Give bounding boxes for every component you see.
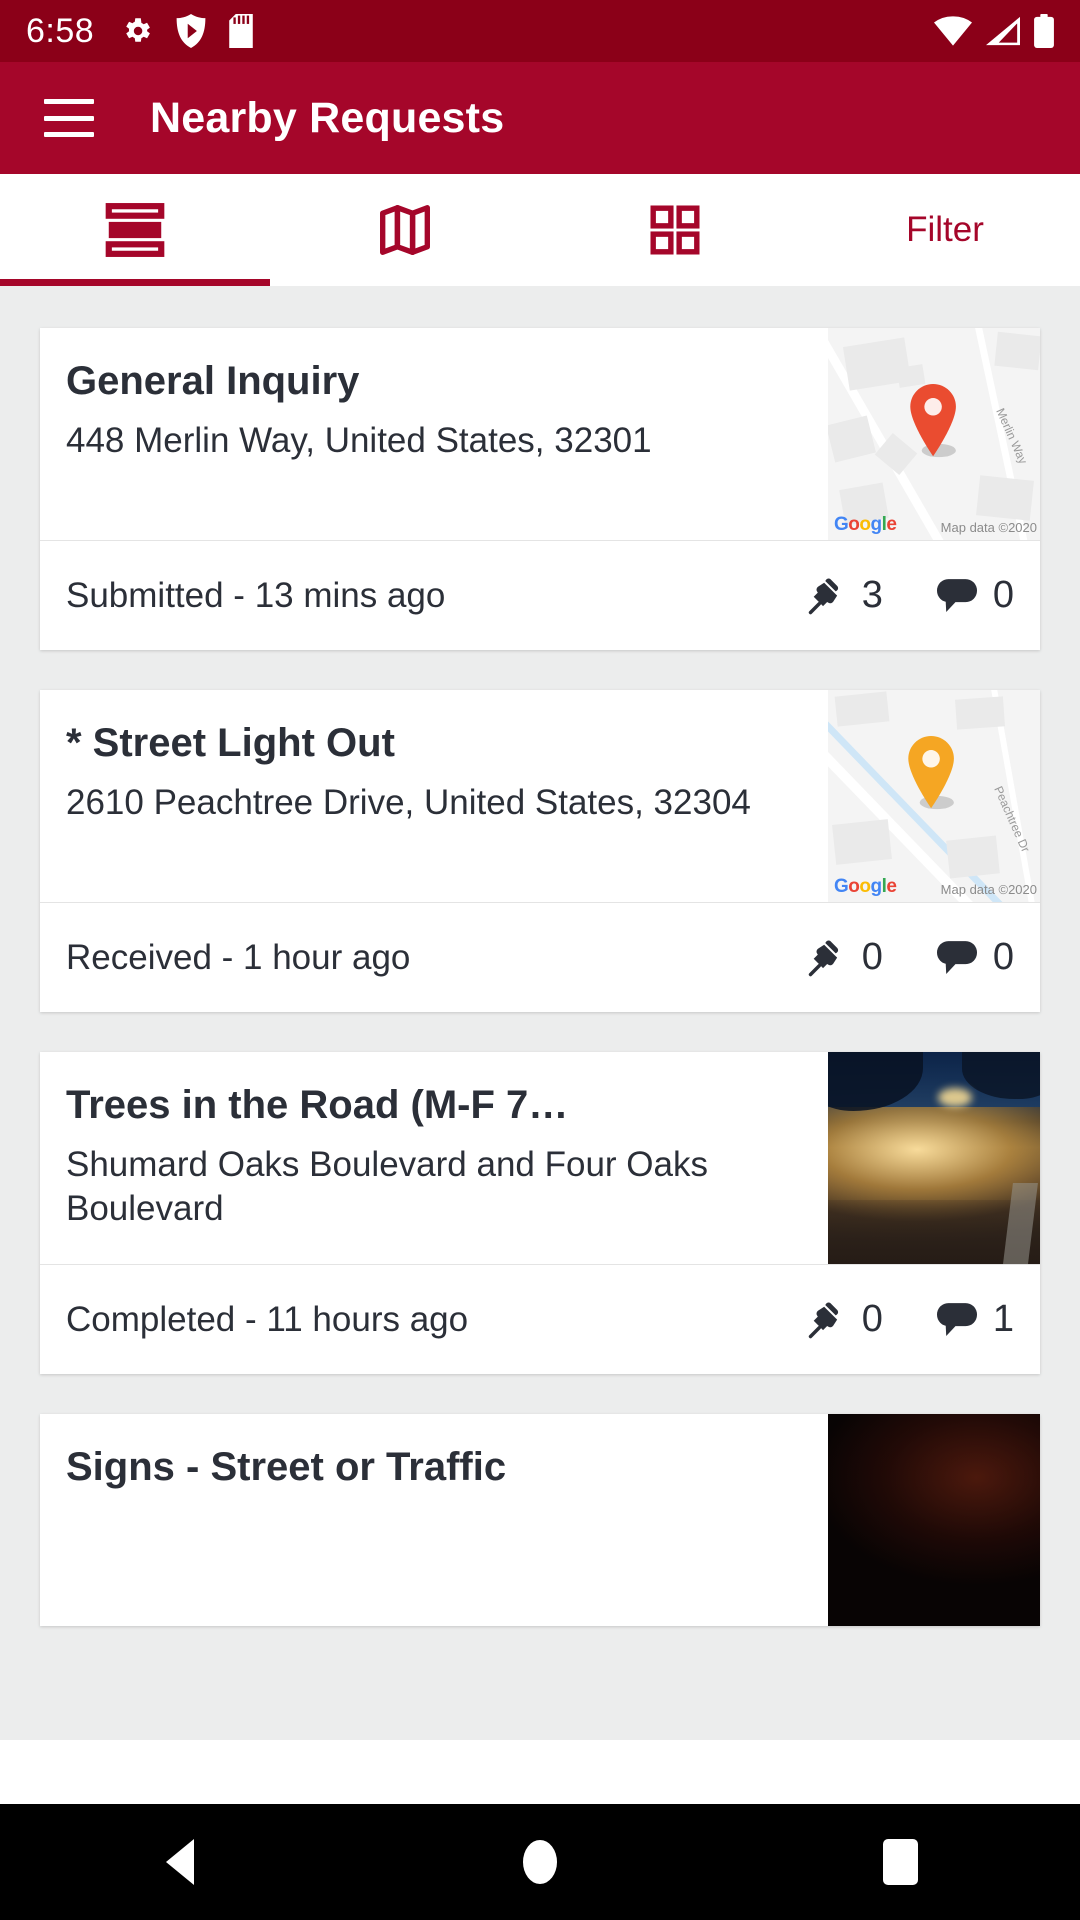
map-view-icon [376, 201, 434, 259]
hamburger-menu-icon[interactable] [44, 99, 94, 137]
page-title: Nearby Requests [150, 93, 505, 142]
battery-icon [1034, 14, 1054, 48]
view-tab-bar: Filter [0, 174, 1080, 286]
home-nav-button[interactable] [360, 1840, 720, 1884]
comment-count: 0 [992, 574, 1014, 616]
status-bar-clock: 6:58 [26, 11, 95, 50]
hamburger-line [44, 99, 94, 104]
request-text-block: * Street Light Out 2610 Peachtree Drive,… [40, 690, 828, 902]
sd-card-icon [228, 14, 254, 48]
request-photo [828, 1052, 1040, 1264]
request-address: 448 Merlin Way, United States, 32301 [66, 421, 652, 461]
shield-icon [176, 14, 206, 48]
pushpin-icon [808, 1300, 846, 1340]
request-text-block: Trees in the Road (M-F 7… Shumard Oaks B… [40, 1052, 828, 1264]
request-text-block: Signs - Street or Traffic [40, 1414, 828, 1626]
comment-bubble-icon [936, 578, 977, 614]
google-watermark: Google [834, 876, 897, 897]
tab-filter[interactable]: Filter [810, 174, 1080, 286]
request-status: Submitted - 13 mins ago [66, 575, 446, 615]
tab-grid-view[interactable] [540, 174, 810, 286]
comment-count: 0 [992, 936, 1014, 978]
list-item[interactable]: General Inquiry 448 Merlin Way, United S… [40, 328, 1040, 650]
recents-nav-button[interactable] [720, 1839, 1080, 1885]
cellular-signal-icon [986, 16, 1020, 46]
request-text-block: General Inquiry 448 Merlin Way, United S… [40, 328, 828, 540]
pin-metric[interactable]: 0 [808, 936, 883, 979]
status-bar: 6:58 [0, 0, 1080, 62]
map-attribution: Map data ©2020 [940, 520, 1037, 535]
recents-square-icon [882, 1839, 918, 1885]
pin-metric[interactable]: 3 [808, 574, 883, 617]
list-item[interactable]: Trees in the Road (M-F 7… Shumard Oaks B… [40, 1052, 1040, 1374]
active-tab-indicator [0, 279, 270, 286]
map-building [955, 696, 1005, 730]
status-bar-left-icons [120, 14, 254, 48]
request-title: General Inquiry [66, 359, 360, 403]
pushpin-icon [808, 576, 846, 616]
app-bar: Nearby Requests [0, 62, 1080, 174]
back-triangle-icon [166, 1839, 194, 1885]
pin-count: 3 [861, 574, 883, 616]
map-building [834, 691, 890, 727]
map-pin-icon [904, 736, 962, 817]
pin-count: 0 [861, 1298, 883, 1340]
pin-metric[interactable]: 0 [808, 1298, 883, 1341]
hamburger-line [44, 132, 94, 137]
list-view-icon [104, 199, 166, 261]
tab-list-view[interactable] [0, 174, 270, 286]
request-title: Signs - Street or Traffic [66, 1445, 507, 1489]
request-summary: Signs - Street or Traffic [40, 1414, 1040, 1626]
request-title: * Street Light Out [66, 721, 395, 765]
map-building [994, 331, 1040, 371]
comment-metric[interactable]: 0 [936, 574, 1014, 617]
comment-bubble-icon [936, 1302, 977, 1338]
google-watermark: Google [834, 514, 897, 535]
android-navigation-bar [0, 1804, 1080, 1920]
request-status: Completed - 11 hours ago [66, 1299, 469, 1339]
tab-map-view[interactable] [270, 174, 540, 286]
request-summary: Trees in the Road (M-F 7… Shumard Oaks B… [40, 1052, 1040, 1264]
list-item[interactable]: * Street Light Out 2610 Peachtree Drive,… [40, 690, 1040, 1012]
request-title: Trees in the Road (M-F 7… [66, 1083, 569, 1127]
map-building [832, 819, 892, 865]
request-address: Shumard Oaks Boulevard and Four Oaks Bou… [66, 1145, 708, 1229]
phone-screen: 6:58 Nearby Requests Filter General Inqu… [0, 0, 1080, 1920]
request-list[interactable]: General Inquiry 448 Merlin Way, United S… [0, 286, 1080, 1740]
comment-bubble-icon [936, 940, 977, 976]
request-summary: General Inquiry 448 Merlin Way, United S… [40, 328, 1040, 540]
hamburger-line [44, 115, 94, 121]
map-pin-icon [906, 384, 964, 465]
map-thumbnail[interactable]: Merlin Way Google Map data ©2020 [828, 328, 1040, 540]
photo-thumbnail[interactable] [828, 1414, 1040, 1626]
request-footer: Received - 1 hour ago 0 0 [40, 902, 1040, 1012]
comment-metric[interactable]: 1 [936, 1298, 1014, 1341]
wifi-icon [934, 16, 972, 46]
map-thumbnail[interactable]: Peachtree Dr Google Map data ©2020 [828, 690, 1040, 902]
request-footer: Submitted - 13 mins ago 3 0 [40, 540, 1040, 650]
request-address: 2610 Peachtree Drive, United States, 323… [66, 783, 751, 823]
tab-filter-label: Filter [906, 210, 984, 249]
grid-view-icon [648, 203, 702, 257]
request-footer: Completed - 11 hours ago 0 1 [40, 1264, 1040, 1374]
list-item[interactable]: Signs - Street or Traffic [40, 1414, 1040, 1626]
map-building [828, 415, 876, 463]
settings-gear-icon [120, 14, 154, 48]
status-bar-right-icons [934, 14, 1054, 48]
photo-thumbnail[interactable] [828, 1052, 1040, 1264]
pin-count: 0 [861, 936, 883, 978]
request-photo [828, 1414, 1040, 1626]
map-attribution: Map data ©2020 [940, 882, 1037, 897]
comment-count: 1 [992, 1298, 1014, 1340]
back-nav-button[interactable] [0, 1839, 360, 1885]
map-building [976, 475, 1034, 521]
request-summary: * Street Light Out 2610 Peachtree Drive,… [40, 690, 1040, 902]
map-building [946, 835, 1000, 879]
comment-metric[interactable]: 0 [936, 936, 1014, 979]
home-circle-icon [523, 1840, 557, 1884]
pushpin-icon [808, 938, 846, 978]
request-status: Received - 1 hour ago [66, 937, 411, 977]
